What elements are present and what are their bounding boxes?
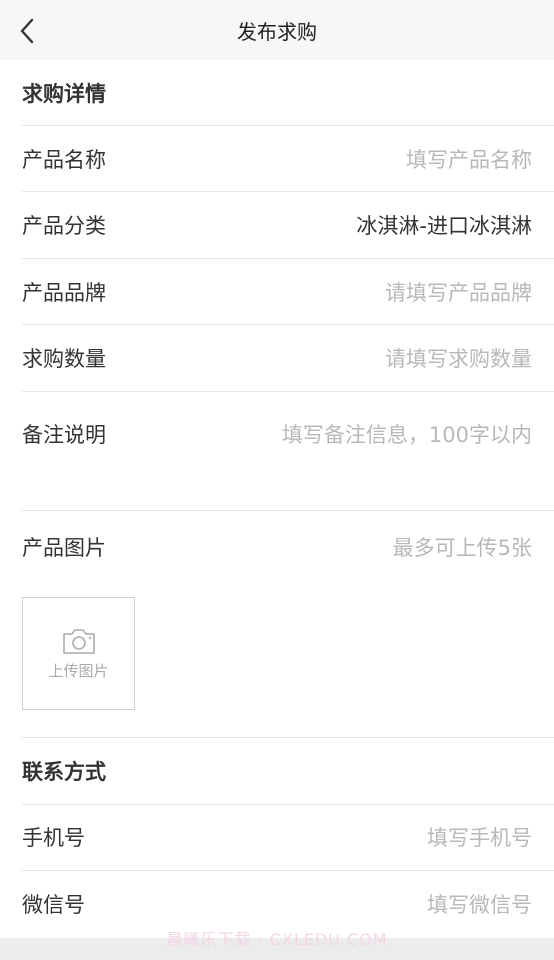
field-product-images: 产品图片 最多可上传5张	[22, 511, 554, 583]
field-remark[interactable]: 备注说明 填写备注信息，100字以内	[22, 392, 554, 511]
quantity-input[interactable]: 请填写求购数量	[385, 343, 554, 373]
field-label: 微信号	[22, 893, 85, 917]
back-button[interactable]	[14, 18, 40, 44]
wechat-input[interactable]: 填写微信号	[427, 889, 554, 919]
section-header-contact: 联系方式	[22, 737, 554, 805]
product-category-select[interactable]: 冰淇淋-进口冰淇淋	[356, 210, 554, 240]
field-label: 产品品牌	[22, 280, 106, 305]
nav-bar: 发布求购	[0, 0, 554, 60]
chevron-left-icon	[20, 18, 34, 44]
remark-textarea[interactable]: 填写备注信息，100字以内	[282, 419, 554, 449]
field-product-brand[interactable]: 产品品牌 请填写产品品牌	[22, 259, 554, 325]
form-content: 求购详情 产品名称 填写产品名称 产品分类 冰淇淋-进口冰淇淋 产品品牌 请填写…	[0, 60, 554, 938]
field-label: 产品分类	[22, 214, 106, 238]
camera-icon	[62, 629, 95, 654]
field-product-name[interactable]: 产品名称 填写产品名称	[22, 126, 554, 192]
upload-image-button[interactable]: 上传图片	[22, 597, 135, 710]
section-title-contact: 联系方式	[22, 760, 106, 784]
phone-input[interactable]: 填写手机号	[427, 822, 554, 852]
field-phone[interactable]: 手机号 填写手机号	[22, 804, 554, 871]
watermark: 晨曦乐下载 · CXLEDU.COM	[166, 930, 388, 949]
section-header-detail: 求购详情	[22, 60, 554, 126]
field-product-category[interactable]: 产品分类 冰淇淋-进口冰淇淋	[22, 192, 554, 259]
field-label: 手机号	[22, 826, 85, 850]
field-quantity[interactable]: 求购数量 请填写求购数量	[22, 325, 554, 392]
field-label: 产品图片	[22, 536, 106, 560]
page-title: 发布求购	[237, 19, 317, 44]
field-label: 产品名称	[22, 147, 106, 172]
product-name-input[interactable]: 填写产品名称	[406, 144, 554, 174]
section-title-detail: 求购详情	[22, 81, 106, 106]
field-label: 求购数量	[22, 347, 106, 371]
product-brand-input[interactable]: 请填写产品品牌	[385, 277, 554, 307]
field-label: 备注说明	[22, 423, 106, 447]
upload-image-label: 上传图片	[48, 662, 109, 680]
image-upload-hint: 最多可上传5张	[392, 536, 532, 560]
